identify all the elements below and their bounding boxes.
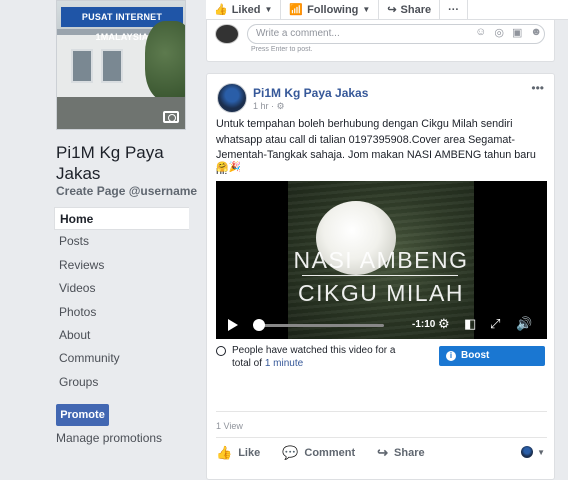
more-options-button[interactable]: ···	[440, 0, 469, 20]
post-author[interactable]: Pi1M Kg Paya Jakas	[253, 86, 368, 100]
comment-icon: 💬	[282, 445, 299, 460]
page-nav: Home Posts Reviews Videos Photos About C…	[54, 207, 189, 394]
nav-item-home[interactable]: Home	[54, 207, 189, 231]
page-sidebar: PUSAT INTERNET 1MALAYSIA Pi1M Kg Paya Ja…	[0, 0, 200, 480]
avatar	[521, 446, 534, 458]
comment-hint: Press Enter to post.	[251, 46, 313, 53]
manage-promotions-link[interactable]: Manage promotions	[56, 431, 162, 445]
cover-photo[interactable]: PUSAT INTERNET 1MALAYSIA	[56, 0, 186, 130]
following-label: Following	[307, 3, 359, 16]
globe-icon: ⚙	[276, 101, 285, 111]
avatar	[215, 24, 239, 44]
camera-icon[interactable]	[163, 111, 179, 123]
post-as-selector[interactable]: ▼	[521, 446, 545, 458]
caret-down-icon: ▼	[264, 4, 273, 14]
watch-time-text: People have watched this video for a tot…	[232, 344, 412, 370]
share-label: Share	[400, 3, 432, 16]
promote-button[interactable]: Promote	[56, 404, 109, 426]
nav-item-groups[interactable]: Groups	[54, 371, 189, 394]
video-progress-track[interactable]	[256, 324, 384, 327]
nav-item-community[interactable]: Community	[54, 347, 189, 370]
watch-time-link[interactable]: 1 minute	[265, 358, 303, 369]
clock-icon	[216, 346, 226, 356]
liked-button[interactable]: 👍 Liked ▼	[206, 0, 282, 20]
comment-button[interactable]: 💬 Comment	[282, 445, 355, 461]
share-page-button[interactable]: ↪ Share	[379, 0, 441, 20]
gif-icon[interactable]: ▣	[512, 26, 522, 39]
page-action-bar: 👍 Liked ▼ 📶 Following ▼ ↪ Share ···	[206, 0, 568, 20]
cover-window	[101, 49, 123, 83]
watch-time-row: People have watched this video for a tot…	[216, 344, 547, 381]
play-icon[interactable]	[228, 319, 238, 331]
post-time[interactable]: 1 hr	[253, 101, 269, 111]
camera-icon[interactable]: ◎	[494, 26, 504, 39]
nav-item-about[interactable]: About	[54, 324, 189, 347]
create-username-link[interactable]: Create Page @username	[56, 184, 197, 198]
post-meta: 1 hr · ⚙	[253, 101, 285, 112]
minimize-icon[interactable]: ◧	[464, 317, 476, 331]
cover-window	[71, 49, 93, 83]
rss-icon: 📶	[289, 3, 304, 16]
video-post-card: Pi1M Kg Paya Jakas 1 hr · ⚙ ••• Untuk te…	[206, 73, 555, 480]
post-options-icon[interactable]: •••	[531, 81, 544, 95]
comment-label: Comment	[304, 447, 356, 459]
share-button[interactable]: ↪ Share	[377, 445, 424, 461]
info-icon: i	[446, 351, 456, 361]
share-arrow-icon: ↪	[387, 3, 397, 16]
share-label: Share	[394, 447, 425, 459]
emoji-icon[interactable]: ☺	[475, 26, 486, 39]
boost-unavailable-button[interactable]: i Boost Unavailable	[439, 346, 545, 381]
boost-label: Boost Unavailable	[461, 350, 517, 381]
caret-down-icon: ▼	[537, 447, 545, 457]
like-button[interactable]: 👍 Like	[216, 445, 260, 461]
video-player[interactable]: NASI AMBENG CIKGU MILAH -1:10 ⚙ ◧ ⤢ 🔊	[216, 181, 547, 339]
volume-icon[interactable]: 🔊	[516, 317, 532, 331]
thumbs-up-icon: 👍	[214, 3, 228, 16]
nav-item-posts[interactable]: Posts	[54, 230, 189, 253]
nav-item-reviews[interactable]: Reviews	[54, 254, 189, 277]
video-progress-knob[interactable]	[253, 319, 265, 331]
video-controls: -1:10 ⚙ ◧ ⤢ 🔊	[216, 311, 547, 339]
post-text: Untuk tempahan boleh berhubung dengan Ci…	[216, 118, 536, 177]
sticker-icon[interactable]: ☻	[530, 26, 542, 39]
divider	[216, 411, 547, 412]
watch-time-label: People have watched this video for a tot…	[232, 345, 396, 369]
video-title-line1: NASI AMBENG	[293, 247, 469, 273]
page-title: Pi1M Kg Paya Jakas	[56, 143, 164, 183]
nav-item-photos[interactable]: Photos	[54, 301, 189, 324]
thumbs-up-icon: 👍	[216, 445, 233, 460]
liked-label: Liked	[231, 3, 261, 16]
comment-tools: ☺ ◎ ▣ ☻	[475, 26, 542, 39]
divider	[216, 437, 547, 438]
video-title-line2: CIKGU MILAH	[297, 280, 465, 306]
video-title-divider	[302, 275, 458, 276]
video-time: -1:10	[412, 319, 436, 330]
share-arrow-icon: ↪	[377, 445, 389, 460]
gear-icon[interactable]: ⚙	[438, 317, 450, 331]
avatar[interactable]	[217, 83, 247, 113]
view-count[interactable]: 1 View	[216, 421, 243, 431]
like-label: Like	[238, 447, 261, 459]
nav-item-videos[interactable]: Videos	[54, 277, 189, 300]
following-button[interactable]: 📶 Following ▼	[281, 0, 380, 20]
previous-post-comment-area: Write a comment... ☺ ◎ ▣ ☻ Press Enter t…	[206, 20, 555, 62]
post-emoji: 🤗🎉	[216, 162, 241, 173]
caret-down-icon: ▼	[362, 4, 371, 14]
post-actions: 👍 Like 💬 Comment ↪ Share ▼	[216, 441, 547, 465]
cover-tree	[145, 21, 185, 101]
fullscreen-icon[interactable]: ⤢	[490, 317, 500, 331]
